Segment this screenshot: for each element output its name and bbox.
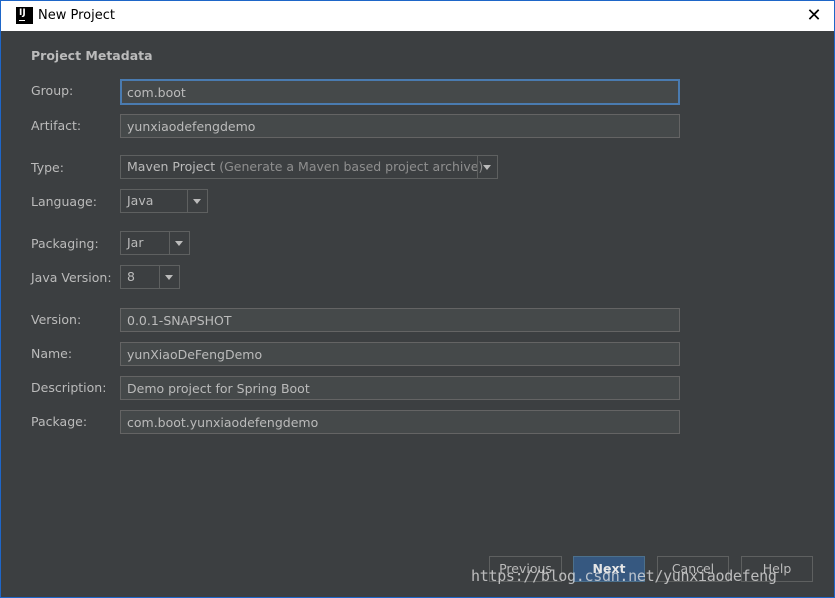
version-input[interactable] xyxy=(120,308,680,332)
package-label: Package: xyxy=(31,414,88,429)
intellij-icon: IJ xyxy=(16,7,33,24)
type-value: Maven Project xyxy=(127,159,216,174)
packaging-value: Jar xyxy=(127,235,144,250)
group-label: Group: xyxy=(31,83,74,98)
description-label: Description: xyxy=(31,380,107,395)
type-select[interactable]: Maven Project (Generate a Maven based pr… xyxy=(120,155,498,179)
project-metadata-panel: Project Metadata Group: Artifact: Type: … xyxy=(9,31,826,589)
java-version-value: 8 xyxy=(127,269,135,284)
name-input[interactable] xyxy=(120,342,680,366)
window-title: New Project xyxy=(38,8,115,23)
artifact-input[interactable] xyxy=(120,114,680,138)
language-label: Language: xyxy=(31,194,97,209)
type-label: Type: xyxy=(31,160,64,175)
chevron-down-icon[interactable] xyxy=(477,156,497,178)
artifact-label: Artifact: xyxy=(31,118,82,133)
chevron-down-icon[interactable] xyxy=(187,190,207,212)
type-hint: (Generate a Maven based project archive) xyxy=(219,159,484,174)
packaging-label: Packaging: xyxy=(31,236,99,251)
java-version-select[interactable]: 8 xyxy=(120,265,180,289)
language-select[interactable]: Java xyxy=(120,189,208,213)
close-icon[interactable]: ✕ xyxy=(804,6,824,26)
chevron-down-icon[interactable] xyxy=(169,232,189,254)
description-input[interactable] xyxy=(120,376,680,400)
java-version-label: Java Version: xyxy=(31,270,112,285)
watermark: https://blog.csdn.net/yunxiaodefeng xyxy=(471,567,777,585)
language-value: Java xyxy=(127,193,154,208)
name-label: Name: xyxy=(31,346,73,361)
packaging-select[interactable]: Jar xyxy=(120,231,190,255)
group-input[interactable] xyxy=(120,79,680,105)
title-bar: IJ New Project ✕ xyxy=(1,1,834,31)
package-input[interactable] xyxy=(120,410,680,434)
section-title: Project Metadata xyxy=(31,48,153,63)
version-label: Version: xyxy=(31,312,82,327)
new-project-dialog: IJ New Project ✕ Project Metadata Group:… xyxy=(0,0,835,598)
chevron-down-icon[interactable] xyxy=(159,266,179,288)
